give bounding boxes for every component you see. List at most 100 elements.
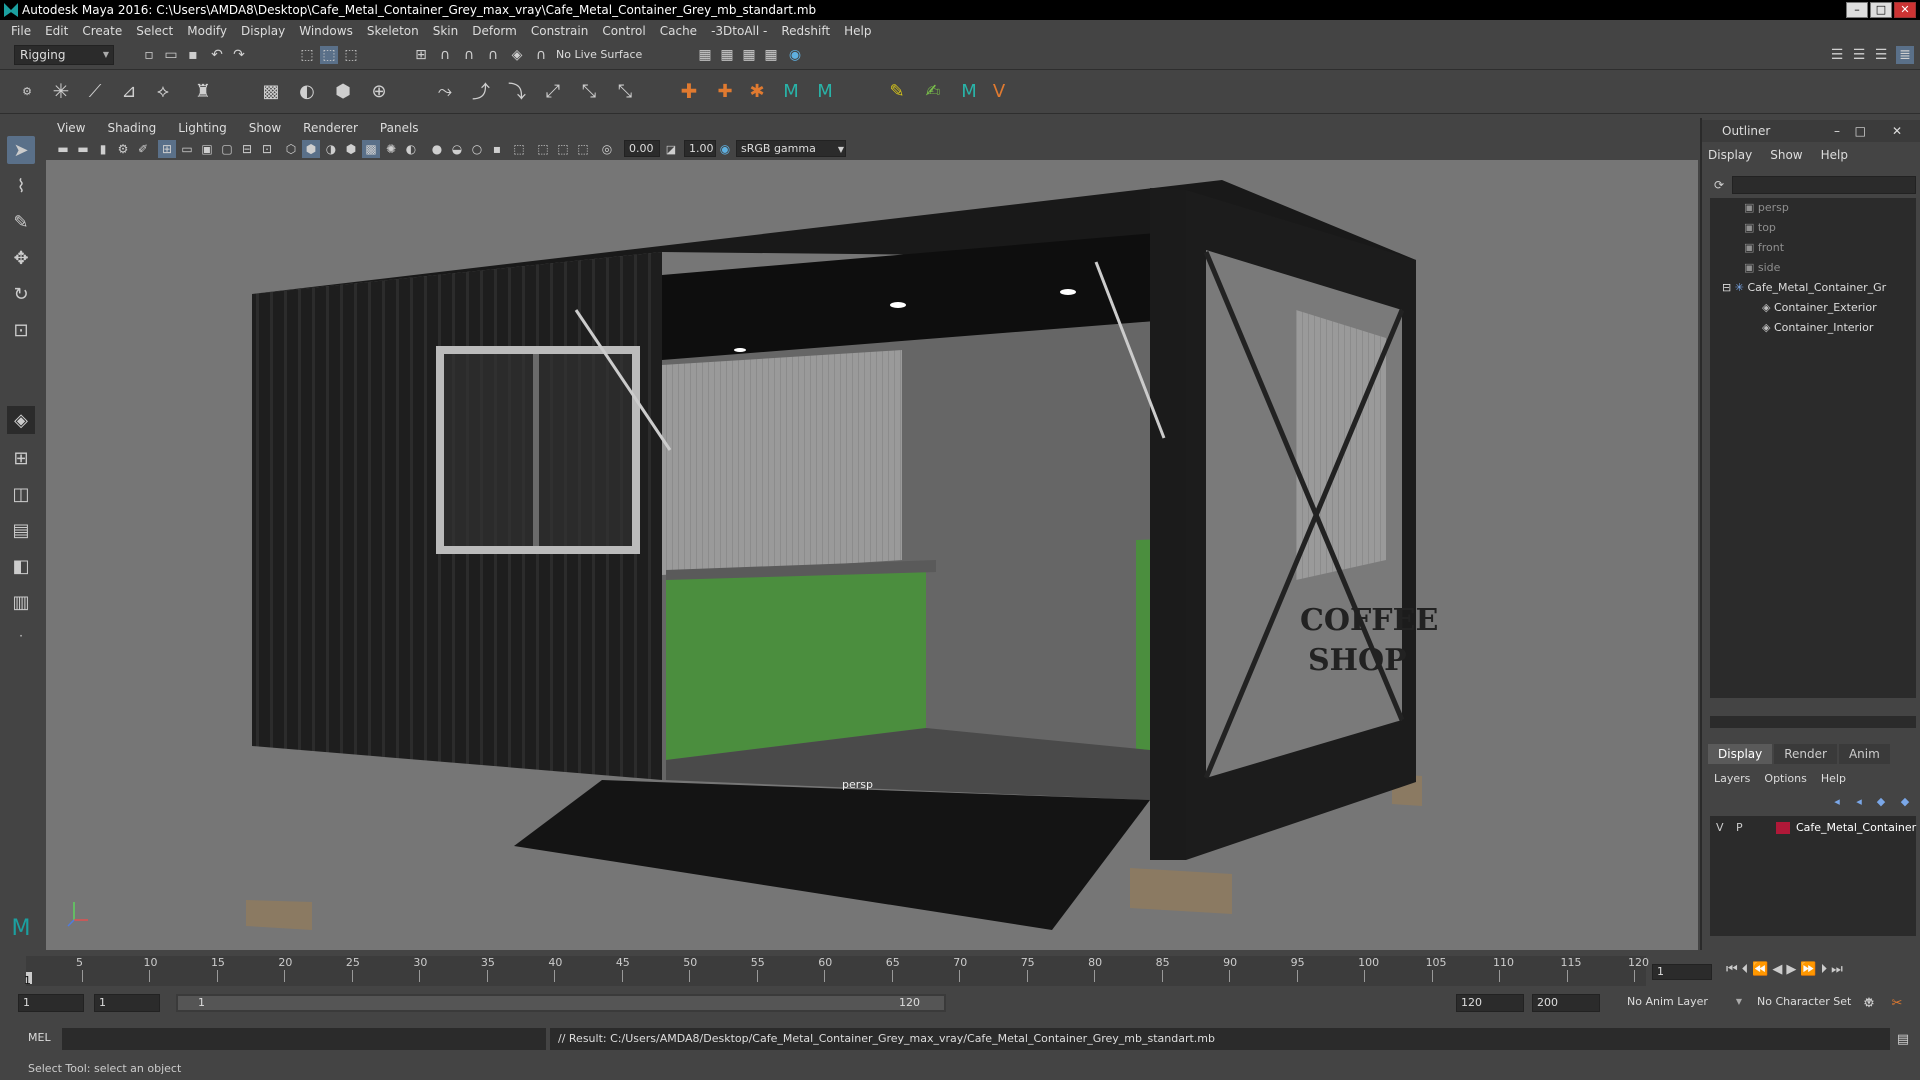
outliner-maximize-icon[interactable]: □	[1855, 120, 1866, 142]
paint-select-tool-icon[interactable]: ✎	[7, 208, 35, 236]
menu-3dtoall[interactable]: -3DtoAll -	[704, 24, 774, 38]
resolution-gate-icon[interactable]: ▣	[198, 140, 216, 158]
tab-display[interactable]: Display	[1708, 744, 1773, 764]
parent-constraint-icon[interactable]: ⤡	[580, 81, 598, 102]
menu-constrain[interactable]: Constrain	[524, 24, 596, 38]
default-material-icon[interactable]: ◑	[322, 140, 340, 158]
move-tool-icon[interactable]: ✥	[7, 244, 35, 272]
new-empty-layer-icon[interactable]: ◆	[1872, 792, 1890, 810]
shelf-options-icon[interactable]: ⚙	[18, 82, 36, 100]
toggle-attribute-editor-icon[interactable]: ☰	[1828, 46, 1846, 64]
cluster-icon[interactable]: ⊕	[370, 81, 388, 102]
isolate-select-icon[interactable]: ⬚	[510, 140, 528, 158]
viewport-menu-view[interactable]: View	[46, 121, 96, 135]
tab-anim[interactable]: Anim	[1838, 744, 1890, 764]
minimize-button[interactable]: –	[1846, 2, 1868, 18]
range-bar[interactable]: 1 120	[176, 994, 946, 1012]
point-constraint-icon[interactable]: ⤴	[472, 82, 490, 103]
human-ik-icon[interactable]: ♜	[194, 81, 212, 102]
bind-skin-icon[interactable]: ▩	[262, 81, 280, 102]
menu-file[interactable]: File	[4, 24, 38, 38]
layers-menu-help[interactable]: Help	[1821, 772, 1846, 785]
time-slider[interactable]: 1 5 10 15 20 25 30 35 40 45 50 55 60 65 70 75 80 85 90 95 1…	[0, 952, 1920, 988]
outliner-item-group[interactable]: ⊟ ✳ Cafe_Metal_Container_Gr	[1722, 278, 1886, 298]
field-chart-icon[interactable]: ⊟	[238, 140, 256, 158]
menu-modify[interactable]: Modify	[180, 24, 234, 38]
new-layer-selected-icon[interactable]: ◆	[1896, 792, 1914, 810]
orient-constraint-icon[interactable]: ⤳	[436, 81, 454, 102]
live-surface-label[interactable]: No Live Surface	[556, 48, 642, 61]
open-scene-icon[interactable]: ▭	[162, 46, 180, 64]
xray-components-icon[interactable]: ⬚	[574, 140, 592, 158]
play-forward-icon[interactable]: ▶	[1786, 962, 1796, 977]
viewport-menu-lighting[interactable]: Lighting	[167, 121, 238, 135]
insert-joint-icon[interactable]: ⟋	[86, 81, 104, 102]
viewport-menu-panels[interactable]: Panels	[369, 121, 430, 135]
2d-pan-zoom-icon[interactable]: ✐	[134, 140, 152, 158]
menu-cache[interactable]: Cache	[653, 24, 704, 38]
set-driven-key-icon[interactable]: ✚	[716, 81, 734, 102]
outliner-item-front[interactable]: ▣ front	[1744, 238, 1784, 258]
outliner-close-icon[interactable]: ✕	[1892, 120, 1902, 142]
rotate-tool-icon[interactable]: ↻	[7, 280, 35, 308]
snap-live-icon[interactable]: ∩	[532, 46, 550, 64]
grid-icon[interactable]: ⊞	[158, 140, 176, 158]
gate-mask-icon[interactable]: ▢	[218, 140, 236, 158]
skin-paint-icon[interactable]: ✍	[924, 81, 942, 102]
component-editor-icon[interactable]: ✎	[888, 81, 906, 102]
create-joints-icon[interactable]: ✳	[52, 79, 70, 103]
gamma-field[interactable]: 1.00	[684, 140, 716, 157]
time-ruler[interactable]: 1 5 10 15 20 25 30 35 40 45 50 55 60 65 70 75 80 85 90 95 1…	[24, 956, 1649, 987]
scale-tool-icon[interactable]: ⊡	[7, 316, 35, 344]
snap-view-icon[interactable]: ∩	[484, 46, 502, 64]
outliner-filter-icon[interactable]: ⟳	[1710, 176, 1728, 194]
outliner-search-input[interactable]	[1732, 176, 1916, 194]
perspective-viewport[interactable]: COFFEE SHOP	[46, 160, 1698, 950]
animation-prefs-icon[interactable]: ✂	[1888, 994, 1906, 1012]
image-plane-icon[interactable]: ⚙	[114, 140, 132, 158]
render-view-icon[interactable]: ▦	[762, 46, 780, 64]
viewport-menu-renderer[interactable]: Renderer	[292, 121, 369, 135]
wireframe-icon[interactable]: ⬡	[282, 140, 300, 158]
bookmark-icon[interactable]: ▮	[94, 140, 112, 158]
snap-curve-icon[interactable]: ∩	[436, 46, 454, 64]
menu-skin[interactable]: Skin	[426, 24, 466, 38]
outliner-item-interior[interactable]: ◈ Container_Interior	[1762, 318, 1873, 338]
layers-menu-layers[interactable]: Layers	[1714, 772, 1750, 785]
mirror-weights-icon[interactable]: M	[816, 81, 834, 102]
hypershade-icon[interactable]: ◉	[786, 46, 804, 64]
maximize-button[interactable]: □	[1870, 2, 1892, 18]
save-scene-icon[interactable]: ▪	[184, 46, 202, 64]
outliner-minimize-icon[interactable]: –	[1834, 120, 1840, 142]
more-layouts-icon[interactable]: ·	[7, 622, 35, 650]
render-current-icon[interactable]: ▦	[718, 46, 736, 64]
safe-action-icon[interactable]: ⊡	[258, 140, 276, 158]
menu-help[interactable]: Help	[837, 24, 878, 38]
step-back-key-icon[interactable]: ⏴	[1742, 962, 1749, 977]
maya-script-icon[interactable]: M	[960, 81, 978, 102]
use-all-lights-icon[interactable]: ✺	[382, 140, 400, 158]
playback-start-field[interactable]: 1	[94, 994, 160, 1012]
redo-icon[interactable]: ↷	[230, 46, 248, 64]
step-forward-key-icon[interactable]: ⏵	[1821, 962, 1828, 977]
outliner-item-top[interactable]: ▣ top	[1744, 218, 1776, 238]
menu-skeleton[interactable]: Skeleton	[360, 24, 426, 38]
ik-spline-icon[interactable]: ⟡	[154, 81, 172, 102]
menuset-dropdown[interactable]: Rigging	[14, 45, 114, 65]
paint-weights-icon[interactable]: M	[782, 81, 800, 102]
persp-outliner-layout-icon[interactable]: ◧	[7, 552, 35, 580]
playback-end-field[interactable]: 120	[1456, 994, 1524, 1012]
aim-constraint-icon[interactable]: ⤵	[508, 82, 526, 103]
lasso-tool-icon[interactable]: ⌇	[7, 172, 35, 200]
menu-display[interactable]: Display	[234, 24, 292, 38]
depth-of-field-icon[interactable]: ▪	[488, 140, 506, 158]
exposure-field[interactable]: 0.00	[624, 140, 660, 157]
select-tool-icon[interactable]: ➤	[7, 136, 35, 164]
menu-deform[interactable]: Deform	[465, 24, 524, 38]
animation-start-field[interactable]: 1	[18, 994, 84, 1012]
move-layer-down-icon[interactable]: ◂	[1850, 792, 1868, 810]
redshift-icon[interactable]: V	[990, 81, 1008, 102]
layer-name[interactable]: Cafe_Metal_Container	[1796, 818, 1916, 838]
color-management-icon[interactable]: ◉	[716, 140, 734, 158]
layer-color-swatch[interactable]	[1776, 822, 1790, 834]
